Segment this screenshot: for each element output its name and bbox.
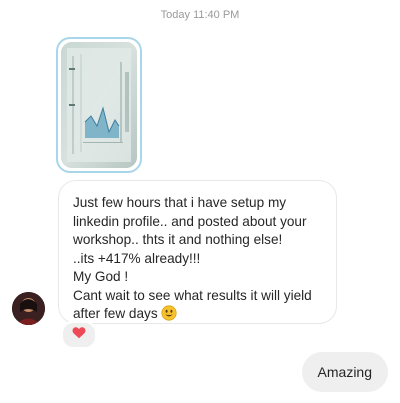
- sent-message-bubble[interactable]: Amazing: [301, 352, 388, 392]
- message-line: My God !: [73, 269, 129, 284]
- message-timestamp: Today 11:40 PM: [160, 9, 240, 21]
- received-message-bubble[interactable]: Just few hours that i have setup my link…: [58, 180, 337, 324]
- image-message[interactable]: [56, 37, 142, 173]
- message-line: Just few hours that i have setup my: [73, 195, 287, 210]
- sender-avatar[interactable]: [12, 292, 45, 325]
- heart-icon: [72, 326, 86, 344]
- smiley-face-icon: [161, 305, 177, 327]
- analytics-screenshot-thumbnail: [61, 42, 137, 168]
- message-line: ..its +417% already!!!: [73, 250, 201, 266]
- heart-reaction[interactable]: [61, 321, 97, 349]
- message-line-last: after few days: [73, 305, 322, 327]
- message-line-text: after few days: [73, 306, 158, 321]
- message-line: Cant wait to see what results it will yi…: [73, 287, 312, 303]
- message-line: linkedin profile.. and posted about your: [73, 213, 307, 229]
- message-line: workshop.. thts it and nothing else!: [73, 232, 283, 247]
- sent-message-text: Amazing: [317, 364, 372, 380]
